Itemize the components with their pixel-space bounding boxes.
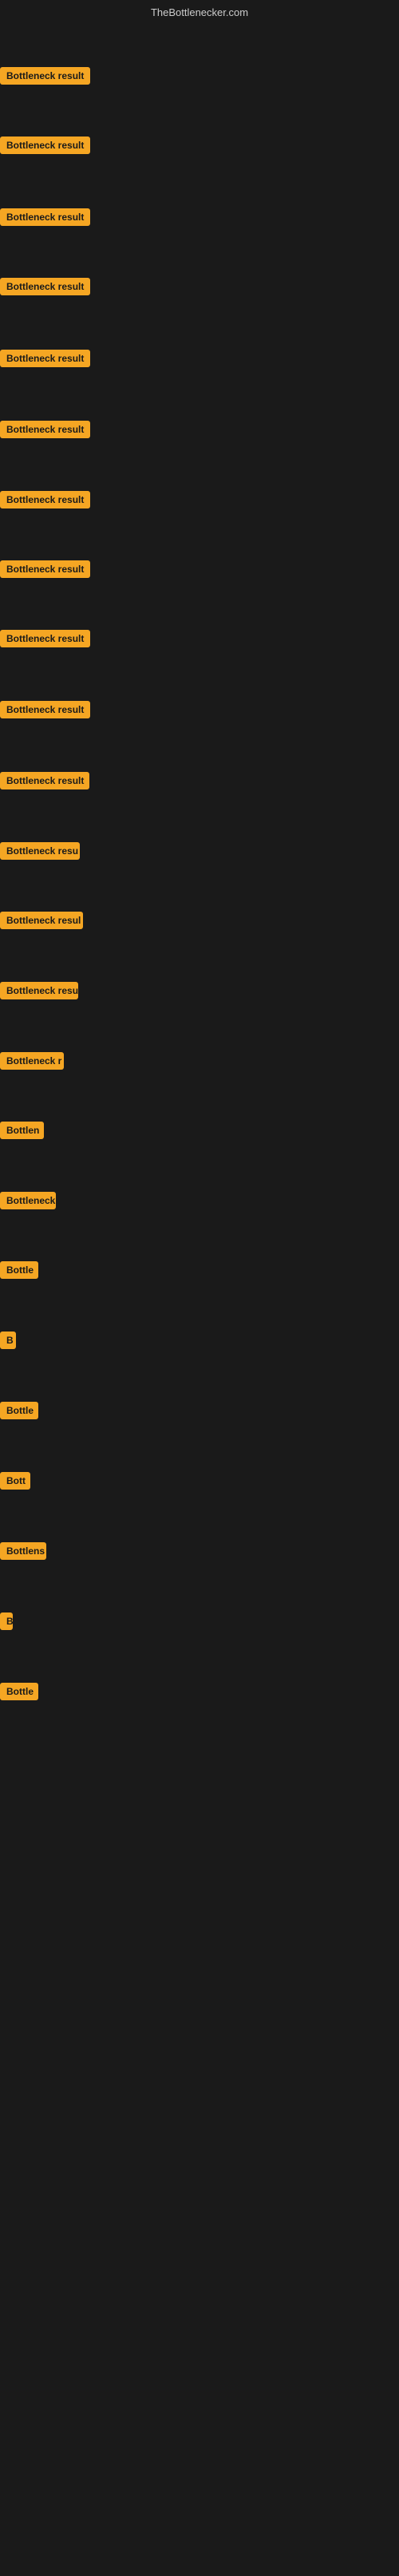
bottleneck-badge-12: Bottleneck resu xyxy=(0,842,80,860)
bottleneck-item-2[interactable]: Bottleneck result xyxy=(0,137,90,158)
bottleneck-item-18[interactable]: Bottle xyxy=(0,1261,38,1283)
bottleneck-item-12[interactable]: Bottleneck resu xyxy=(0,842,80,864)
bottleneck-badge-15: Bottleneck r xyxy=(0,1052,64,1070)
bottleneck-item-19[interactable]: B xyxy=(0,1332,16,1353)
bottleneck-badge-10: Bottleneck result xyxy=(0,701,90,718)
bottleneck-item-11[interactable]: Bottleneck result xyxy=(0,772,89,793)
site-title: TheBottlenecker.com xyxy=(151,6,248,18)
bottleneck-item-21[interactable]: Bott xyxy=(0,1472,30,1494)
bottleneck-badge-5: Bottleneck result xyxy=(0,350,90,367)
bottleneck-item-5[interactable]: Bottleneck result xyxy=(0,350,90,371)
bottleneck-item-23[interactable]: B xyxy=(0,1612,13,1634)
bottleneck-item-9[interactable]: Bottleneck result xyxy=(0,630,90,651)
bottleneck-item-22[interactable]: Bottlens xyxy=(0,1542,46,1564)
bottleneck-item-8[interactable]: Bottleneck result xyxy=(0,560,90,582)
bottleneck-item-16[interactable]: Bottlen xyxy=(0,1122,44,1143)
bottleneck-item-4[interactable]: Bottleneck result xyxy=(0,278,90,299)
bottleneck-badge-13: Bottleneck resul xyxy=(0,912,83,929)
bottleneck-badge-19: B xyxy=(0,1332,16,1349)
bottleneck-badge-23: B xyxy=(0,1612,13,1630)
bottleneck-badge-7: Bottleneck result xyxy=(0,491,90,508)
bottleneck-badge-6: Bottleneck result xyxy=(0,421,90,438)
bottleneck-item-3[interactable]: Bottleneck result xyxy=(0,208,90,230)
bottleneck-item-24[interactable]: Bottle xyxy=(0,1683,38,1704)
bottleneck-badge-11: Bottleneck result xyxy=(0,772,89,789)
bottleneck-item-1[interactable]: Bottleneck result xyxy=(0,67,90,89)
bottleneck-badge-20: Bottle xyxy=(0,1402,38,1419)
bottleneck-item-13[interactable]: Bottleneck resul xyxy=(0,912,83,933)
bottleneck-badge-24: Bottle xyxy=(0,1683,38,1700)
bottleneck-item-6[interactable]: Bottleneck result xyxy=(0,421,90,442)
bottleneck-badge-3: Bottleneck result xyxy=(0,208,90,226)
bottleneck-badge-4: Bottleneck result xyxy=(0,278,90,295)
site-header: TheBottlenecker.com xyxy=(0,0,399,22)
bottleneck-badge-2: Bottleneck result xyxy=(0,137,90,154)
bottleneck-badge-21: Bott xyxy=(0,1472,30,1490)
bottleneck-item-14[interactable]: Bottleneck resu xyxy=(0,982,78,1003)
bottleneck-item-10[interactable]: Bottleneck result xyxy=(0,701,90,722)
bottleneck-item-20[interactable]: Bottle xyxy=(0,1402,38,1423)
bottleneck-item-15[interactable]: Bottleneck r xyxy=(0,1052,64,1074)
bottleneck-badge-8: Bottleneck result xyxy=(0,560,90,578)
bottleneck-item-17[interactable]: Bottleneck xyxy=(0,1192,56,1213)
bottleneck-badge-14: Bottleneck resu xyxy=(0,982,78,999)
bottleneck-badge-16: Bottlen xyxy=(0,1122,44,1139)
bottleneck-badge-17: Bottleneck xyxy=(0,1192,56,1209)
bottleneck-item-7[interactable]: Bottleneck result xyxy=(0,491,90,512)
bottleneck-badge-1: Bottleneck result xyxy=(0,67,90,85)
bottleneck-badge-22: Bottlens xyxy=(0,1542,46,1560)
bottleneck-badge-9: Bottleneck result xyxy=(0,630,90,647)
bottleneck-badge-18: Bottle xyxy=(0,1261,38,1279)
